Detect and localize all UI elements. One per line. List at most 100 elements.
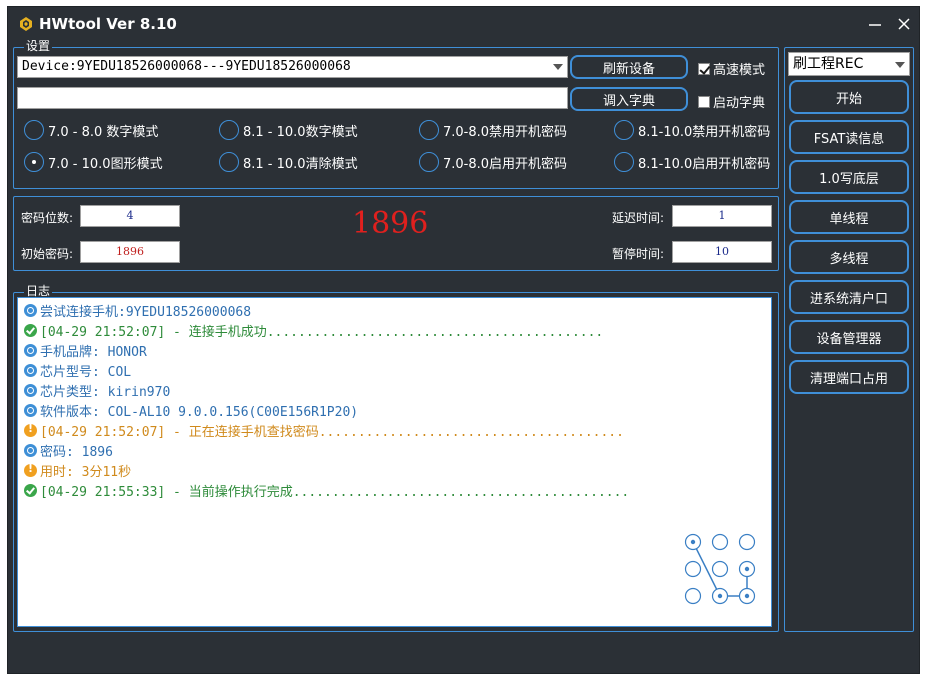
side-button-label: 多线程 [829, 251, 869, 267]
side-button-label: FSAT读信息 [813, 131, 885, 147]
success-icon [24, 483, 37, 497]
pattern-dot [684, 587, 702, 605]
checkbox-checked-icon [698, 62, 710, 75]
enable-dict-checkbox[interactable]: 启动字典 [698, 92, 765, 111]
info-icon [24, 363, 37, 377]
pattern-dot [684, 560, 702, 578]
pattern-dot-active [717, 593, 723, 599]
log-text: 手机品牌: HONOR [40, 344, 147, 360]
log-text: 芯片类型: kirin970 [40, 384, 171, 400]
high-speed-label: 高速模式 [713, 63, 766, 78]
mode-label: 7.0-8.0禁用开机密码 [443, 124, 568, 140]
flash-mode-combo[interactable]: 刷工程REC [788, 52, 910, 76]
pause-input[interactable]: 10 [672, 241, 772, 263]
minimize-button[interactable] [863, 13, 887, 35]
info-icon [24, 443, 37, 457]
info-icon [24, 383, 37, 397]
warning-icon [24, 422, 37, 437]
log-line: [04-29 21:52:07] - 正在连接手机查找密码...........… [24, 420, 624, 440]
high-speed-checkbox[interactable]: 高速模式 [698, 59, 765, 78]
checkbox-unchecked-icon [698, 95, 710, 108]
log-line: 用时: 3分11秒 [24, 460, 131, 480]
log-legend: 日志 [24, 284, 53, 298]
result-password: 1896 [352, 206, 429, 241]
pattern-dot [711, 533, 729, 551]
side-button-label: 设备管理器 [816, 331, 882, 347]
log-line: 芯片类型: kirin970 [24, 380, 170, 400]
write-base-button[interactable]: 1.0写底层 [789, 160, 909, 194]
pause-value: 10 [715, 245, 729, 258]
initial-password-input[interactable]: 1896 [80, 241, 180, 263]
mode-radio-81-10-digit[interactable]: 8.1 - 10.0数字模式 [219, 120, 358, 140]
app-logo-icon [20, 17, 32, 31]
digits-value: 4 [126, 209, 134, 222]
mode-radio-81-10-clear[interactable]: 8.1 - 10.0清除模式 [219, 152, 358, 172]
log-text: [04-29 21:52:07] - 正在连接手机查找密码...........… [40, 424, 624, 440]
mode-label: 7.0-8.0启用开机密码 [443, 156, 568, 172]
mode-label: 8.1-10.0禁用开机密码 [638, 124, 771, 140]
mode-label: 8.1 - 10.0清除模式 [243, 156, 358, 172]
multi-thread-button[interactable]: 多线程 [789, 240, 909, 274]
mode-radio-7-8-digit[interactable]: 7.0 - 8.0 数字模式 [24, 120, 158, 140]
single-thread-button[interactable]: 单线程 [789, 200, 909, 234]
side-button-label: 1.0写底层 [819, 171, 879, 187]
log-output[interactable]: 尝试连接手机:9YEDU18526000068 [04-29 21:52:07]… [17, 297, 772, 627]
mode-radio-81-10-disable-boot-pw[interactable]: 8.1-10.0禁用开机密码 [614, 120, 770, 140]
mode-radio-7-8-disable-boot-pw[interactable]: 7.0-8.0禁用开机密码 [419, 120, 567, 140]
pattern-dot-active [690, 539, 696, 545]
warning-icon [24, 462, 37, 477]
mode-label: 8.1 - 10.0数字模式 [243, 124, 358, 140]
mode-radio-7-8-enable-boot-pw[interactable]: 7.0-8.0启用开机密码 [419, 152, 567, 172]
radio-icon [419, 120, 439, 140]
pattern-dot-active [744, 593, 750, 599]
device-combo[interactable]: Device:9YEDU18526000068---9YEDU185260000… [17, 56, 568, 78]
refresh-device-label: 刷新设备 [602, 61, 655, 77]
title-bar: HWtool Ver 8.10 [8, 7, 919, 41]
clear-port-button[interactable]: 清理端口占用 [789, 360, 909, 394]
info-icon [24, 343, 37, 357]
info-icon [24, 303, 37, 317]
enable-dict-label: 启动字典 [713, 96, 766, 111]
load-dict-button[interactable]: 调入字典 [570, 87, 688, 111]
log-line: 软件版本: COL-AL10 9.0.0.156(C00E156R1P20) [24, 400, 358, 420]
fsat-read-info-button[interactable]: FSAT读信息 [789, 120, 909, 154]
mode-radio-7-10-pattern[interactable]: 7.0 - 10.0图形模式 [24, 152, 163, 172]
log-line: 手机品牌: HONOR [24, 340, 147, 360]
unlock-pattern-grid [684, 533, 756, 605]
flash-mode-value: 刷工程REC [793, 56, 864, 72]
device-manager-button[interactable]: 设备管理器 [789, 320, 909, 354]
log-line: 尝试连接手机:9YEDU18526000068 [24, 300, 251, 320]
log-text: 软件版本: COL-AL10 9.0.0.156(C00E156R1P20) [40, 404, 359, 420]
mode-label: 7.0 - 8.0 数字模式 [48, 124, 159, 140]
log-text: 密码: 1896 [40, 444, 113, 460]
info-icon [24, 403, 37, 417]
radio-selected-icon [24, 152, 44, 172]
side-button-label: 进系统清户口 [809, 291, 888, 307]
log-line: 芯片型号: COL [24, 360, 131, 380]
pattern-dot [711, 560, 729, 578]
delay-label: 延迟时间: [612, 211, 665, 225]
radio-icon [24, 120, 44, 140]
radio-icon [614, 120, 634, 140]
enter-system-clear-account-button[interactable]: 进系统清户口 [789, 280, 909, 314]
settings-legend: 设置 [24, 39, 53, 53]
pause-label: 暂停时间: [612, 247, 665, 261]
device-combo-value: Device:9YEDU18526000068---9YEDU185260000… [22, 59, 351, 74]
digits-input[interactable]: 4 [80, 205, 180, 227]
log-line: 密码: 1896 [24, 440, 113, 460]
close-button[interactable] [892, 13, 916, 35]
refresh-device-button[interactable]: 刷新设备 [570, 55, 688, 79]
mode-radio-81-10-enable-boot-pw[interactable]: 8.1-10.0启用开机密码 [614, 152, 770, 172]
dict-path-input[interactable] [17, 87, 568, 109]
delay-input[interactable]: 1 [672, 205, 772, 227]
window-title: HWtool Ver 8.10 [39, 15, 177, 33]
start-button[interactable]: 开始 [789, 80, 909, 114]
load-dict-label: 调入字典 [602, 93, 655, 109]
log-text: 用时: 3分11秒 [40, 464, 132, 480]
log-line: [04-29 21:52:07] - 连接手机成功...............… [24, 320, 603, 340]
log-text: 芯片型号: COL [40, 364, 132, 380]
side-button-label: 单线程 [829, 211, 869, 227]
initial-password-label: 初始密码: [21, 247, 74, 261]
log-line: [04-29 21:55:33] - 当前操作执行完成.............… [24, 480, 629, 500]
mode-label: 7.0 - 10.0图形模式 [48, 156, 163, 172]
